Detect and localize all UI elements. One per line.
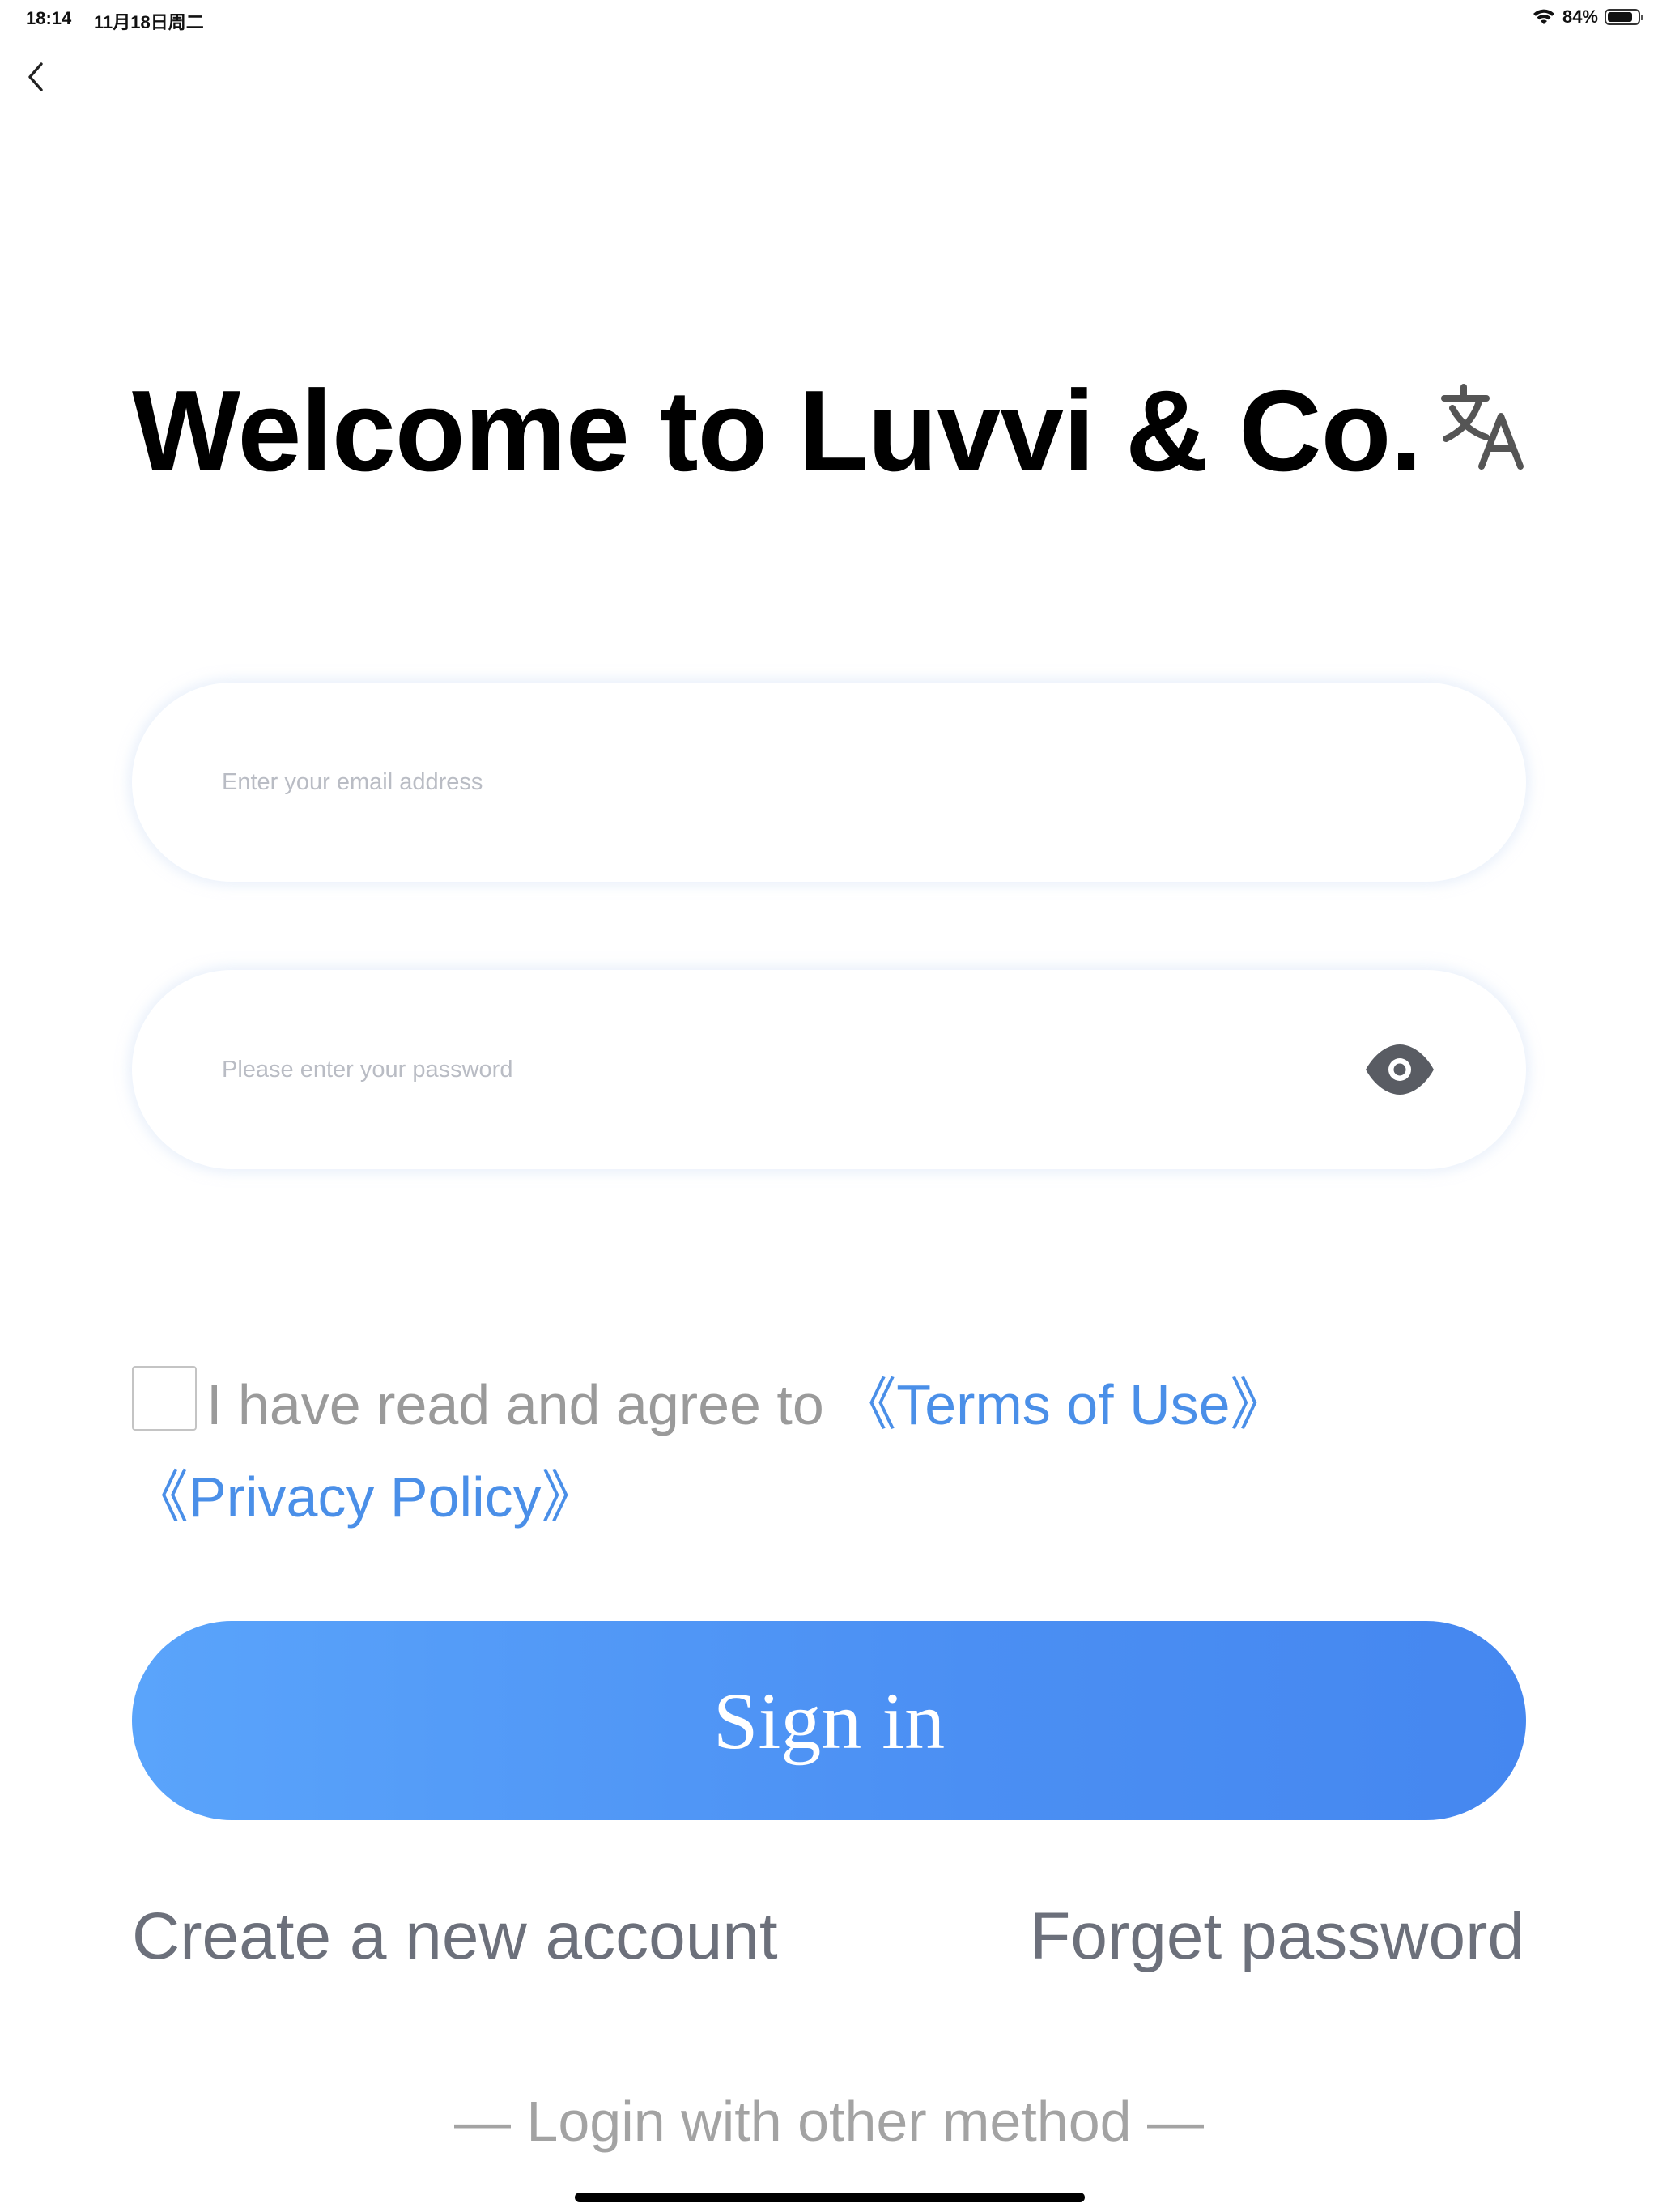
back-button[interactable]	[18, 55, 53, 99]
sign-in-button[interactable]: Sign in	[132, 1621, 1526, 1820]
battery-icon	[1605, 9, 1643, 25]
login-screen: 18:14 11月18日周二 84% Welcome to Luvvi & Co…	[0, 0, 1658, 2212]
create-account-link[interactable]: Create a new account	[132, 1899, 778, 1975]
email-input[interactable]	[222, 683, 1396, 882]
chevron-left-icon	[28, 62, 43, 91]
status-bar: 18:14 11月18日周二 84%	[0, 0, 1658, 39]
agree-checkbox[interactable]	[132, 1366, 197, 1431]
status-indicators: 84%	[1532, 6, 1643, 28]
status-date: 11月18日周二	[94, 12, 204, 32]
toggle-password-visibility-button[interactable]	[1364, 1041, 1435, 1098]
email-field-container	[132, 683, 1526, 882]
wifi-icon	[1533, 9, 1554, 24]
agreement-text: I have read and agree to	[206, 1373, 840, 1436]
privacy-policy-link[interactable]: 《Privacy Policy》	[132, 1465, 598, 1529]
battery-percent: 84%	[1562, 6, 1598, 27]
page-title: Welcome to Luvvi & Co.	[132, 367, 1422, 496]
status-time: 18:14	[26, 8, 72, 28]
forgot-password-link[interactable]: Forget password	[1030, 1899, 1524, 1975]
home-indicator	[575, 2193, 1085, 2202]
translate-icon	[1441, 384, 1524, 470]
eye-icon	[1366, 1044, 1434, 1095]
agreement-row: I have read and agree to 《Terms of Use》《…	[132, 1359, 1524, 1543]
language-button[interactable]	[1439, 382, 1528, 471]
password-input[interactable]	[222, 970, 1396, 1169]
terms-of-use-link[interactable]: 《Terms of Use》	[840, 1373, 1286, 1436]
battery-cap	[1641, 15, 1643, 20]
other-login-method-link[interactable]: — Login with other method —	[0, 2089, 1658, 2154]
password-field-container	[132, 970, 1526, 1169]
battery-fill	[1608, 12, 1633, 22]
